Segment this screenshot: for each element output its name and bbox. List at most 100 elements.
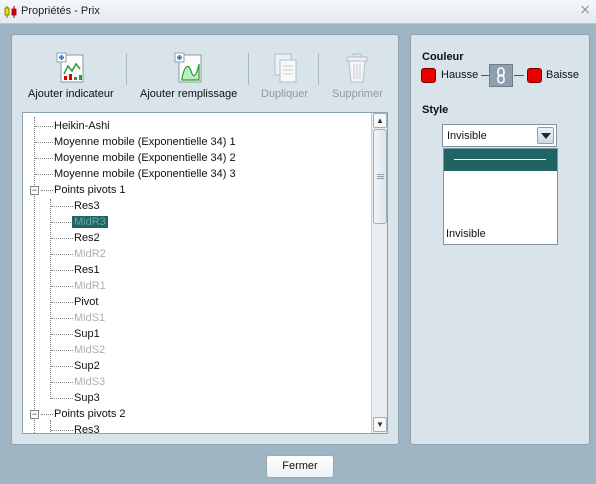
tree-item-res1[interactable]: Res1 xyxy=(74,262,100,278)
tree-connector xyxy=(51,302,73,303)
line-style-option-invisible[interactable]: Invisible xyxy=(444,225,557,247)
tree-connector xyxy=(35,142,53,143)
toolbar-separator xyxy=(126,53,127,85)
collapse-icon[interactable]: − xyxy=(30,410,39,419)
tree-item-midr1[interactable]: MidR1 xyxy=(74,278,106,294)
tree-connector xyxy=(51,334,73,335)
scroll-up-icon[interactable]: ▲ xyxy=(373,113,387,128)
duplicate-icon xyxy=(274,53,297,83)
dropdown-button[interactable] xyxy=(537,127,554,144)
tree-item-pivot-points-2[interactable]: Points pivots 2 xyxy=(54,406,126,422)
tree-item-label: Sup2 xyxy=(74,360,100,372)
tree-item-label: Heikin-Ashi xyxy=(54,120,110,132)
add-indicator-button[interactable]: Ajouter indicateur xyxy=(28,52,114,100)
close-button[interactable]: Fermer xyxy=(266,455,334,478)
tree-connector xyxy=(50,420,51,433)
tree-item-sup3[interactable]: Sup3 xyxy=(74,390,100,406)
line-style-select[interactable]: Invisible xyxy=(442,124,557,147)
tree-item-res3[interactable]: Res3 xyxy=(74,198,100,214)
tree-connector xyxy=(41,414,53,415)
tree-item-midr3[interactable]: MidR3 xyxy=(72,214,108,230)
tree-item-heikin-ashi[interactable]: Heikin-Ashi xyxy=(54,118,110,134)
tree-connector xyxy=(51,430,73,431)
tree-item-res3[interactable]: Res3 xyxy=(74,422,100,434)
tree-item-mids3[interactable]: MidS3 xyxy=(74,374,105,390)
elements-tree[interactable]: Heikin-Ashi Moyenne mobile (Exponentiell… xyxy=(22,112,388,434)
toolbar-separator xyxy=(248,53,249,85)
tree-item-label: Points pivots 1 xyxy=(54,184,126,196)
add-fill-icon xyxy=(174,52,202,83)
tree-item-pivot[interactable]: Pivot xyxy=(74,294,98,310)
tree-item-label: Res1 xyxy=(74,264,100,276)
tree-item-label: Sup3 xyxy=(74,392,100,404)
tree-item-label: Points pivots 2 xyxy=(54,408,126,420)
tree-item-mids2[interactable]: MidS2 xyxy=(74,342,105,358)
tree-item-ema-2[interactable]: Moyenne mobile (Exponentielle 34) 2 xyxy=(54,150,236,166)
line-style-option-long-dash[interactable] xyxy=(444,168,557,190)
tree-item-label: Res3 xyxy=(74,424,100,434)
tree-connector xyxy=(51,366,73,367)
delete-button[interactable]: Supprimer xyxy=(332,52,383,100)
tree-item-mids1[interactable]: MidS1 xyxy=(74,310,105,326)
tree-connector xyxy=(41,190,53,191)
tree-item-label: Pivot xyxy=(74,296,99,308)
add-fill-button[interactable]: Ajouter remplissage xyxy=(140,52,237,100)
tree-item-label: MidR1 xyxy=(74,280,106,292)
tree-item-label: Res2 xyxy=(74,232,100,244)
chevron-down-icon xyxy=(541,133,551,139)
link-colors-button[interactable] xyxy=(489,64,513,87)
scroll-thumb[interactable] xyxy=(373,129,387,224)
add-indicator-label: Ajouter indicateur xyxy=(28,88,114,100)
line-style-option-label: Invisible xyxy=(446,228,486,240)
collapse-icon[interactable]: − xyxy=(30,186,39,195)
tree-item-label: Sup1 xyxy=(74,328,100,340)
up-color-swatch[interactable] xyxy=(421,68,436,83)
tree-item-label: Res3 xyxy=(74,200,100,212)
add-fill-label: Ajouter remplissage xyxy=(140,88,238,100)
down-label: Baisse xyxy=(546,69,580,81)
solid-line-icon xyxy=(454,159,546,160)
tree-connector xyxy=(35,158,53,159)
link-line xyxy=(481,75,489,76)
scroll-down-icon[interactable]: ▼ xyxy=(373,417,387,432)
tree-item-res2[interactable]: Res2 xyxy=(74,230,100,246)
elements-panel: Ajouter indicateur Ajouter remplissage D… xyxy=(11,34,399,445)
tree-connector xyxy=(35,126,53,127)
tree-item-midr2[interactable]: MidR2 xyxy=(74,246,106,262)
tree-connector xyxy=(51,318,73,319)
tree-connector xyxy=(35,174,53,175)
tree-connector xyxy=(51,206,73,207)
tree-item-label: Moyenne mobile (Exponentielle 34) 1 xyxy=(54,136,236,148)
tree-scrollbar[interactable]: ▲ ▼ xyxy=(371,113,387,433)
tree-item-label: MidS3 xyxy=(74,376,106,388)
duplicate-button[interactable]: Dupliquer xyxy=(261,52,308,100)
tree-item-sup2[interactable]: Sup2 xyxy=(74,358,100,374)
properties-panel: Couleur Hausse Baisse Style Invisible In… xyxy=(410,34,590,445)
tree-item-pivot-points-1[interactable]: Points pivots 1 xyxy=(54,182,126,198)
window-title: Propriétés - Prix xyxy=(21,5,100,17)
color-section-title: Couleur xyxy=(422,51,464,63)
close-icon[interactable]: × xyxy=(579,2,591,18)
tree-item-label: Moyenne mobile (Exponentielle 34) 3 xyxy=(54,168,236,180)
tree-item-label: Moyenne mobile (Exponentielle 34) 2 xyxy=(54,152,236,164)
link-line xyxy=(514,75,524,76)
chain-icon xyxy=(497,67,505,84)
tree-connector xyxy=(51,270,73,271)
style-section-title: Style xyxy=(422,104,449,116)
tree-item-label: MidS1 xyxy=(74,312,106,324)
tree-item-ema-3[interactable]: Moyenne mobile (Exponentielle 34) 3 xyxy=(54,166,236,182)
toolbar-separator xyxy=(318,53,319,85)
line-style-value: Invisible xyxy=(447,130,487,142)
up-label: Hausse xyxy=(441,69,479,81)
tree-item-label: MidR3 xyxy=(72,216,108,228)
tree-connector xyxy=(51,382,73,383)
down-color-swatch[interactable] xyxy=(527,68,542,83)
tree-connector xyxy=(51,254,73,255)
candlestick-icon xyxy=(4,6,17,18)
tree-connector xyxy=(51,238,73,239)
title-bar: Propriétés - Prix × xyxy=(0,0,596,24)
add-indicator-icon xyxy=(56,52,84,83)
tree-item-ema-1[interactable]: Moyenne mobile (Exponentielle 34) 1 xyxy=(54,134,236,150)
tree-connector xyxy=(51,286,73,287)
tree-item-sup1[interactable]: Sup1 xyxy=(74,326,100,342)
